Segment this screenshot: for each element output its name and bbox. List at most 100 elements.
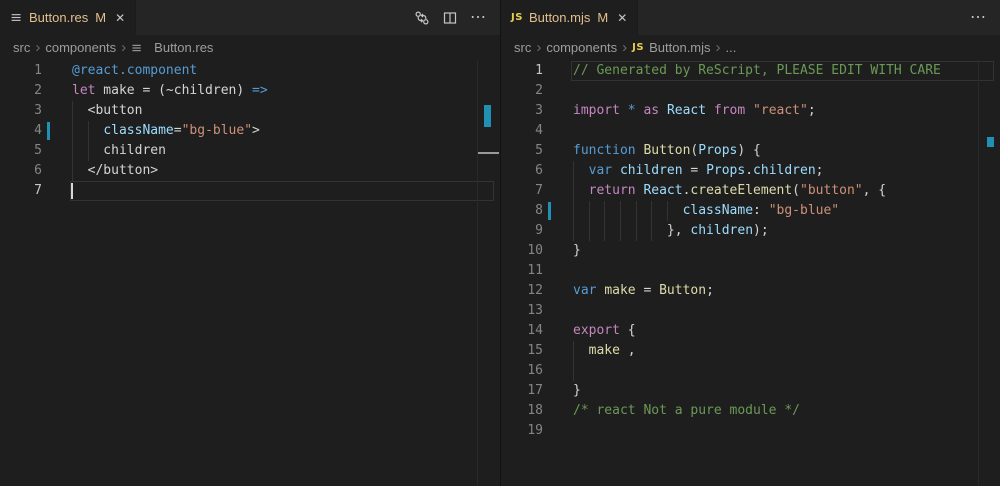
gutter-decorations <box>543 361 573 381</box>
code-line[interactable]: 13 <box>501 301 1000 321</box>
code-line-content[interactable] <box>573 421 1000 441</box>
gutter-decorations <box>42 101 72 121</box>
code-line[interactable]: 9 }, children); <box>501 221 1000 241</box>
close-icon[interactable]: ✕ <box>115 11 125 25</box>
code-line[interactable]: 1@react.component <box>0 61 500 81</box>
code-line-content[interactable]: var make = Button; <box>573 281 1000 301</box>
more-actions-icon[interactable]: ⋯ <box>470 10 486 26</box>
breadcrumb-right: src›components›JSButton.mjs›... <box>501 35 1000 60</box>
code-token: . <box>745 163 753 178</box>
code-token: make <box>589 343 620 358</box>
code-line[interactable]: 5function Button(Props) { <box>501 141 1000 161</box>
code-line-content[interactable] <box>573 261 1000 281</box>
code-line-content[interactable]: let make = (~children) => <box>72 81 500 101</box>
code-line-content[interactable] <box>72 181 500 201</box>
overview-ruler-modified-marker <box>484 105 491 127</box>
code-token: , <box>620 343 636 358</box>
code-line-content[interactable] <box>573 361 1000 381</box>
code-line-content[interactable]: return React.createElement("button", { <box>573 181 1000 201</box>
code-line-content[interactable]: }, children); <box>573 221 1000 241</box>
code-token <box>573 183 589 198</box>
breadcrumb-item[interactable]: components <box>45 40 116 55</box>
gutter-decorations <box>543 221 573 241</box>
code-line-content[interactable]: </button> <box>72 161 500 181</box>
code-line[interactable]: 12 var make = Button; <box>501 281 1000 301</box>
line-number: 12 <box>501 281 543 301</box>
code-editor-right[interactable]: 1// Generated by ReScript, PLEASE EDIT W… <box>501 60 1000 486</box>
code-line-content[interactable]: className="bg-blue"> <box>72 121 500 141</box>
code-line-content[interactable]: } <box>573 241 1000 261</box>
gutter-decorations <box>42 161 72 181</box>
line-number: 18 <box>501 401 543 421</box>
code-line[interactable]: 18 /* react Not a pure module */ <box>501 401 1000 421</box>
code-line[interactable]: 7 <box>0 181 500 201</box>
breadcrumb-item[interactable]: src <box>514 40 531 55</box>
code-line[interactable]: 4 className="bg-blue"> <box>0 121 500 141</box>
code-line[interactable]: 6 var children = Props.children; <box>501 161 1000 181</box>
tab-bar-left: Button.res M ✕ ⋯ <box>0 0 500 35</box>
gutter-decorations <box>543 141 573 161</box>
more-actions-icon[interactable]: ⋯ <box>970 10 986 26</box>
code-line-content[interactable]: @react.component <box>72 61 500 81</box>
code-line[interactable]: 5 children <box>0 141 500 161</box>
code-line-content[interactable]: import * as React from "react"; <box>573 101 1000 121</box>
code-token: children <box>620 163 683 178</box>
code-line[interactable]: 17} <box>501 381 1000 401</box>
code-line[interactable]: 4 <box>501 121 1000 141</box>
breadcrumb-item[interactable]: components <box>546 40 617 55</box>
code-line-content[interactable]: } <box>573 381 1000 401</box>
line-number: 13 <box>501 301 543 321</box>
code-token: function <box>573 143 643 158</box>
code-line-content[interactable]: var children = Props.children; <box>573 161 1000 181</box>
code-line[interactable]: 19 <box>501 421 1000 441</box>
breadcrumb-file[interactable]: JSButton.mjs <box>632 40 710 55</box>
code-line-content[interactable]: /* react Not a pure module */ <box>573 401 1000 421</box>
code-line-content[interactable]: make , <box>573 341 1000 361</box>
javascript-file-icon: JS <box>632 42 644 53</box>
gutter-decorations <box>543 101 573 121</box>
line-number: 10 <box>501 241 543 261</box>
code-line-content[interactable] <box>573 81 1000 101</box>
code-line[interactable]: 1// Generated by ReScript, PLEASE EDIT W… <box>501 61 1000 81</box>
code-token <box>573 343 589 358</box>
code-line[interactable]: 2let make = (~children) => <box>0 81 500 101</box>
code-line[interactable]: 2 <box>501 81 1000 101</box>
code-line-content[interactable]: // Generated by ReScript, PLEASE EDIT WI… <box>573 61 1000 81</box>
code-token: } <box>573 383 581 398</box>
breadcrumb-item[interactable]: src <box>13 40 30 55</box>
gutter-decorations <box>543 321 573 341</box>
code-token: children <box>72 143 166 158</box>
code-line[interactable]: 3import * as React from "react"; <box>501 101 1000 121</box>
split-editor-icon[interactable] <box>442 10 458 26</box>
code-token: className <box>683 203 753 218</box>
tab-button-res[interactable]: Button.res M ✕ <box>0 0 136 35</box>
javascript-file-icon: JS <box>511 12 523 23</box>
code-line-content[interactable]: children <box>72 141 500 161</box>
gutter-decorations <box>543 261 573 281</box>
code-line[interactable]: 15 make , <box>501 341 1000 361</box>
code-line-content[interactable] <box>573 301 1000 321</box>
code-line[interactable]: 3 <button <box>0 101 500 121</box>
code-line[interactable]: 7 return React.createElement("button", { <box>501 181 1000 201</box>
code-line[interactable]: 11 <box>501 261 1000 281</box>
code-line[interactable]: 14export { <box>501 321 1000 341</box>
code-token: , { <box>863 183 886 198</box>
code-line[interactable]: 10} <box>501 241 1000 261</box>
code-line-content[interactable]: export { <box>573 321 1000 341</box>
code-line[interactable]: 8 className: "bg-blue" <box>501 201 1000 221</box>
tab-button-mjs[interactable]: JS Button.mjs M ✕ <box>501 0 638 35</box>
code-editor-left[interactable]: 1@react.component2let make = (~children)… <box>0 60 500 486</box>
code-line-content[interactable]: function Button(Props) { <box>573 141 1000 161</box>
breadcrumb-left: src›components›Button.res <box>0 35 500 60</box>
code-line[interactable]: 6 </button> <box>0 161 500 181</box>
breadcrumb-symbol-ellipsis[interactable]: ... <box>726 40 737 55</box>
breadcrumb-file[interactable]: Button.res <box>131 40 213 55</box>
code-line-content[interactable]: className: "bg-blue" <box>573 201 1000 221</box>
code-line-content[interactable] <box>573 121 1000 141</box>
code-line[interactable]: 16 <box>501 361 1000 381</box>
open-changes-icon[interactable] <box>414 10 430 26</box>
close-icon[interactable]: ✕ <box>617 11 627 25</box>
code-line-content[interactable]: <button <box>72 101 500 121</box>
code-token <box>573 163 589 178</box>
code-token: var <box>589 163 620 178</box>
